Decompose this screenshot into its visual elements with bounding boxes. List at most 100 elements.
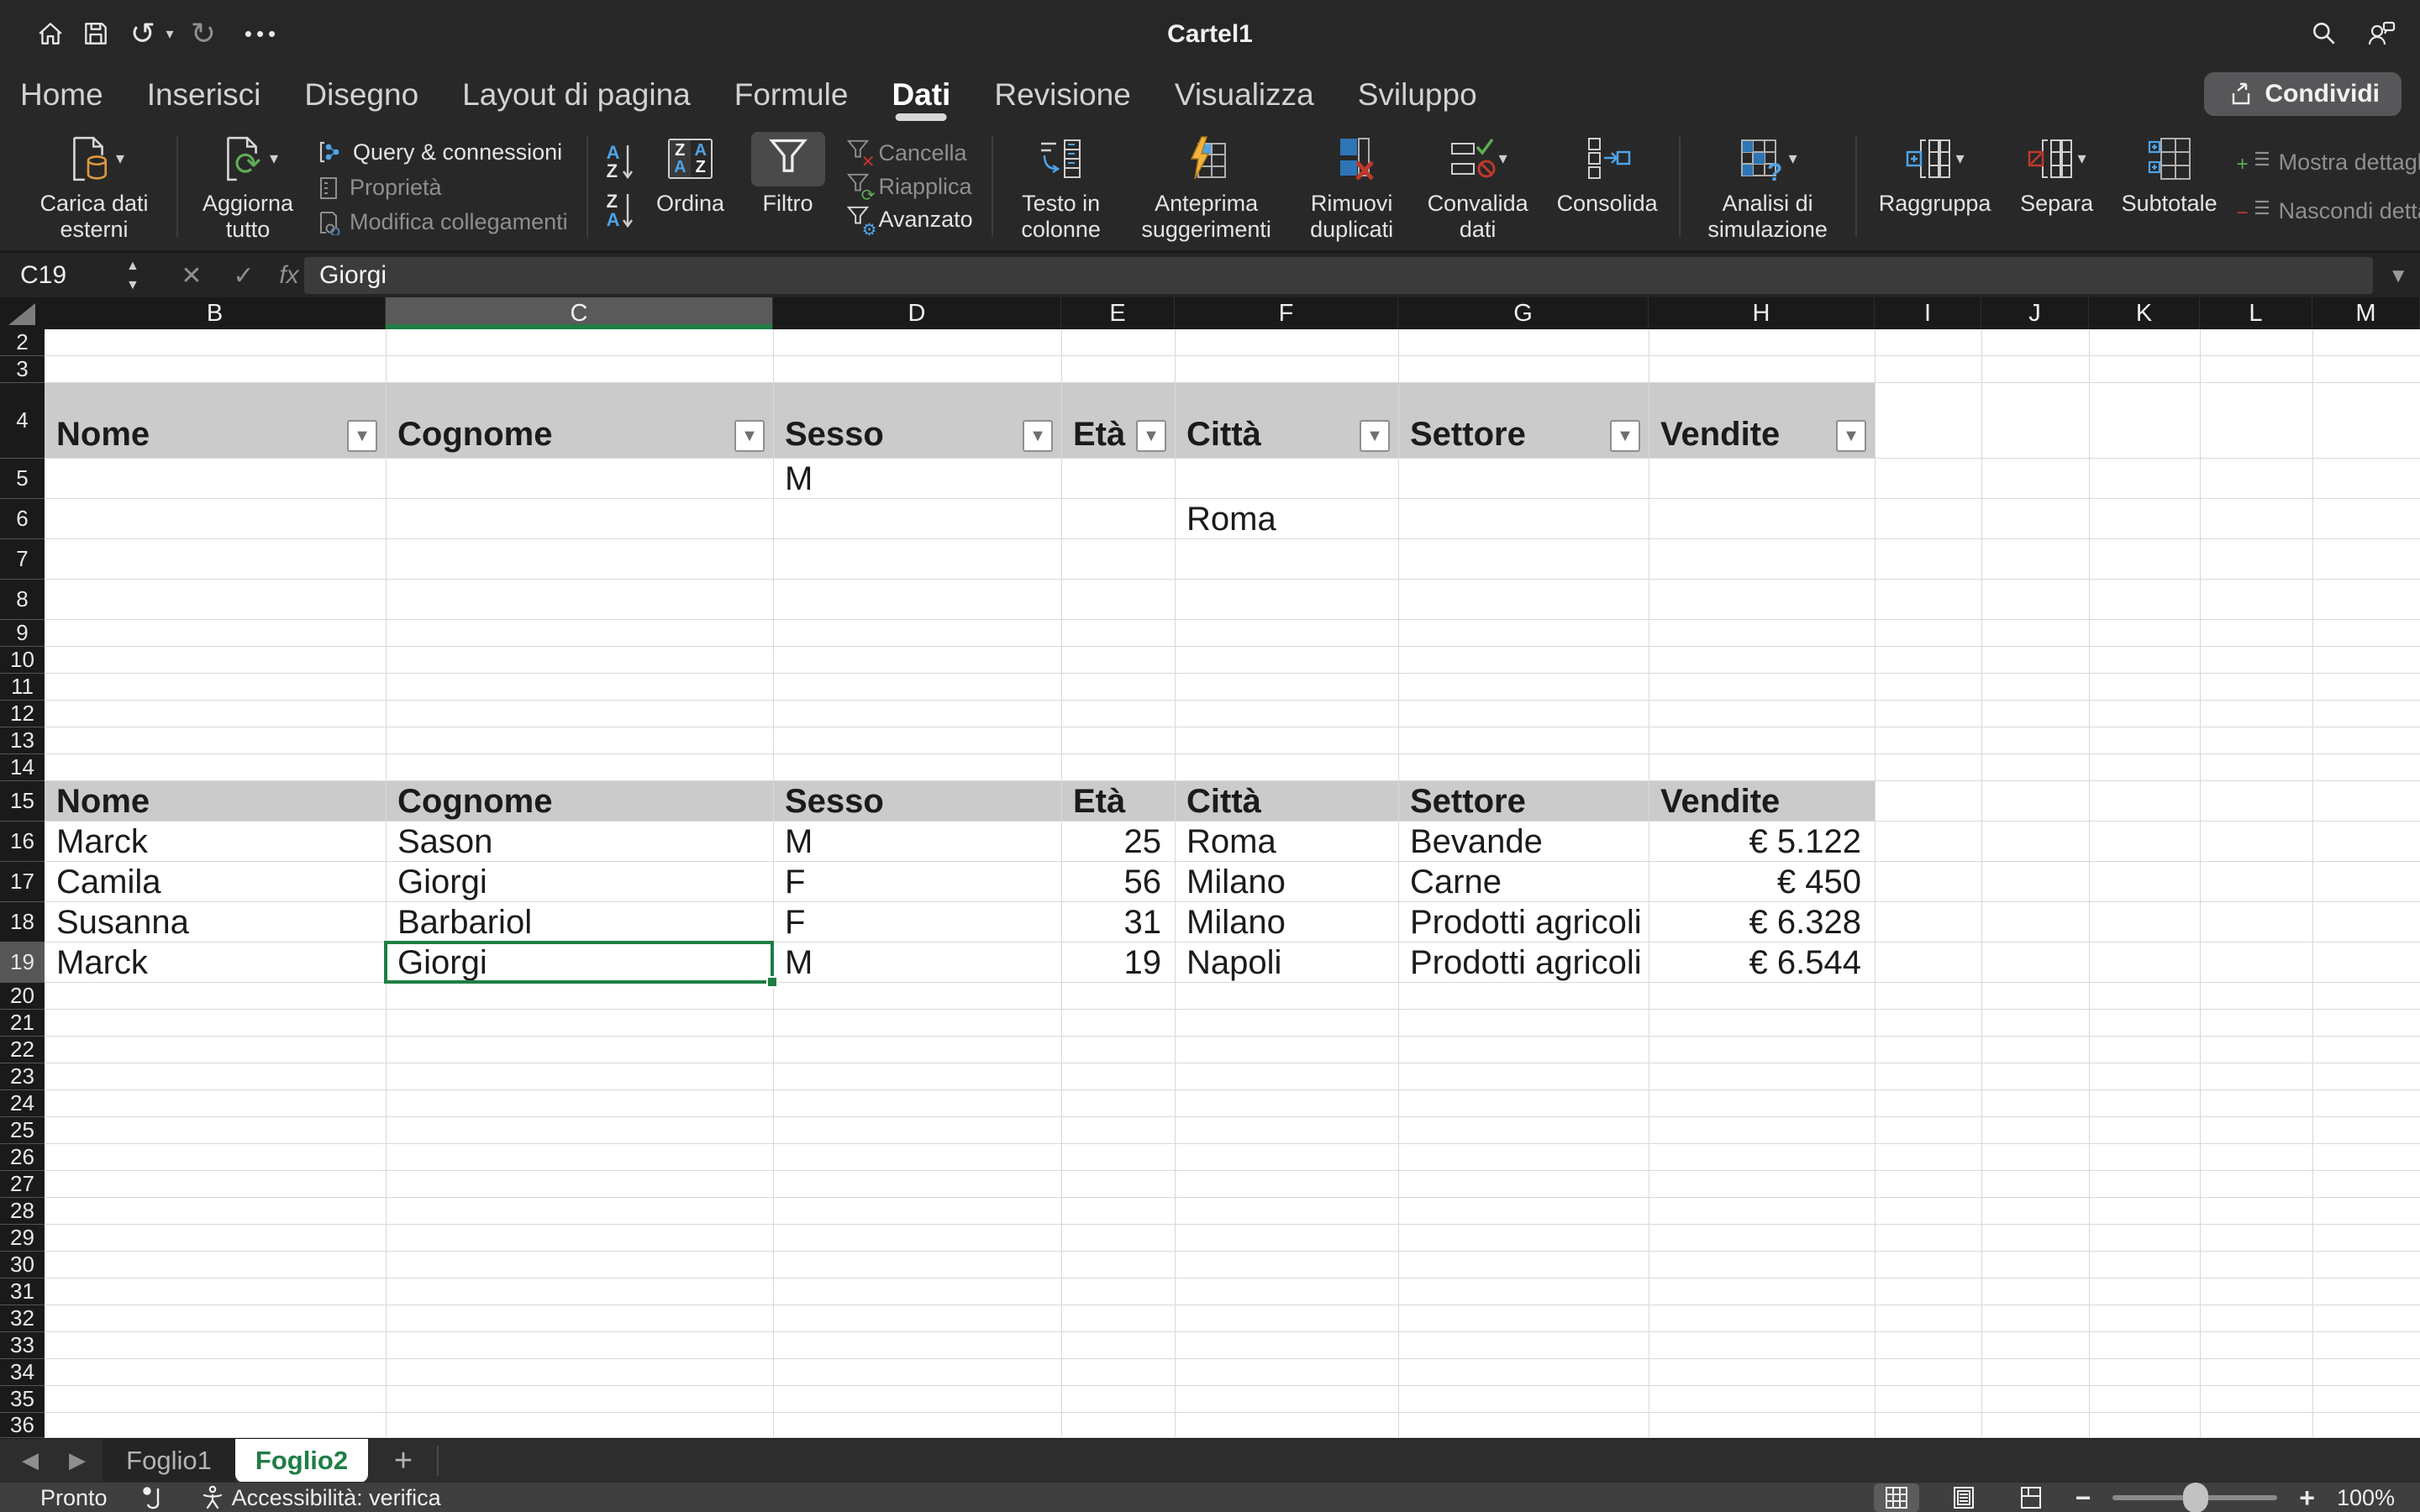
row-header-10[interactable]: 10 (0, 647, 45, 674)
sheet-tab-foglio2[interactable]: Foglio2 (235, 1439, 368, 1483)
header-cell-settore-2[interactable]: Settore (1410, 781, 1649, 822)
cell-D19[interactable]: M (785, 942, 1061, 983)
ribbon-button-ordina[interactable]: ZAAZ Ordina (642, 129, 739, 244)
ribbon-button-riapplica[interactable]: ⟳ Riapplica (845, 171, 973, 202)
column-header-K[interactable]: K (2089, 297, 2200, 329)
row-header-7[interactable]: 7 (0, 539, 45, 580)
cell-C16[interactable]: Sason (397, 822, 773, 862)
sheet-nav-right-icon[interactable]: ▶ (69, 1447, 86, 1473)
row-header-36[interactable]: 36 (0, 1413, 45, 1438)
formula-input[interactable]: Giorgi (304, 257, 2373, 294)
cell-E18[interactable]: 31 (1061, 902, 1161, 942)
header-cell-nome-2[interactable]: Nome (56, 781, 386, 822)
ribbon-button-separa[interactable]: ▾ Separa (2003, 129, 2111, 244)
cell-F17[interactable]: Milano (1186, 862, 1398, 902)
sheet-tab-foglio1[interactable]: Foglio1 (103, 1439, 235, 1483)
column-header-H[interactable]: H (1649, 297, 1875, 329)
ribbon-button-modifica-collegamenti[interactable]: Modifica collegamenti (316, 209, 568, 235)
ribbon-button-raggruppa[interactable]: ▾ Raggruppa (1867, 129, 2003, 244)
ribbon-button-carica-dati[interactable]: ▾ Carica dati esterni (22, 129, 166, 244)
row-header-32[interactable]: 32 (0, 1305, 45, 1332)
cell-G16[interactable]: Bevande (1410, 822, 1649, 862)
column-header-C[interactable]: C (386, 297, 773, 329)
tab-home[interactable]: Home (17, 67, 107, 123)
row-header-17[interactable]: 17 (0, 862, 45, 902)
cell-G18[interactable]: Prodotti agricoli (1410, 902, 1649, 942)
header-cell-nome[interactable]: Nome (56, 383, 386, 459)
cell-F6[interactable]: Roma (1186, 499, 1398, 539)
row-header-3[interactable]: 3 (0, 356, 45, 383)
page-layout-view-icon[interactable] (1941, 1483, 1986, 1512)
row-header-20[interactable]: 20 (0, 983, 45, 1010)
row-header-23[interactable]: 23 (0, 1063, 45, 1090)
row-header-2[interactable]: 2 (0, 329, 45, 356)
cell-H17[interactable]: € 450 (1649, 862, 1861, 902)
ribbon-button-proprieta[interactable]: Proprietà (316, 175, 568, 201)
tab-dati[interactable]: Dati (888, 67, 954, 123)
confirm-entry-icon[interactable]: ✓ (220, 253, 267, 298)
zoom-out-icon[interactable]: − (2075, 1483, 2091, 1512)
row-header-6[interactable]: 6 (0, 499, 45, 539)
column-header-M[interactable]: M (2312, 297, 2420, 329)
cell-G19[interactable]: Prodotti agricoli (1410, 942, 1649, 983)
search-icon[interactable] (2309, 18, 2339, 49)
row-header-12[interactable]: 12 (0, 701, 45, 727)
ribbon-button-mostra-dettaglio[interactable]: + Mostra dettaglio (2237, 149, 2420, 176)
ribbon-button-analisi-simulazione[interactable]: ? ▾ Analisi di simulazione (1691, 129, 1845, 244)
ribbon-button-subtotale[interactable]: Subtotale (2111, 129, 2228, 244)
sheet-nav-left-icon[interactable]: ◀ (22, 1447, 39, 1473)
column-header-B[interactable]: B (45, 297, 386, 329)
header-cell-cognome-2[interactable]: Cognome (397, 781, 773, 822)
tab-disegno[interactable]: Disegno (301, 67, 422, 123)
row-header-27[interactable]: 27 (0, 1171, 45, 1198)
filter-button-età[interactable]: ▼ (1136, 420, 1166, 452)
ribbon-button-query-connessioni[interactable]: Query & connessioni (316, 138, 568, 166)
cell-B19[interactable]: Marck (56, 942, 386, 983)
column-header-G[interactable]: G (1398, 297, 1649, 329)
row-header-9[interactable]: 9 (0, 620, 45, 647)
cell-D5[interactable]: M (785, 459, 1061, 499)
ribbon-button-nascondi-dettaglio[interactable]: − Nascondi dettaglio (2237, 197, 2420, 225)
tab-inserisci[interactable]: Inserisci (144, 67, 265, 123)
column-header-F[interactable]: F (1175, 297, 1398, 329)
ribbon-button-aggiorna-tutto[interactable]: ⟳ ▾ Aggiorna tutto (188, 129, 308, 244)
cell-H19[interactable]: € 6.544 (1649, 942, 1861, 983)
cell-F19[interactable]: Napoli (1186, 942, 1398, 983)
cell-C19[interactable]: Giorgi (397, 942, 773, 983)
cell-G17[interactable]: Carne (1410, 862, 1649, 902)
cell-C18[interactable]: Barbariol (397, 902, 773, 942)
cell-D18[interactable]: F (785, 902, 1061, 942)
filter-button-settore[interactable]: ▼ (1610, 420, 1640, 452)
header-cell-sesso-2[interactable]: Sesso (785, 781, 1061, 822)
header-cell-sesso[interactable]: Sesso (785, 383, 1061, 459)
filter-button-vendite[interactable]: ▼ (1836, 420, 1866, 452)
row-header-5[interactable]: 5 (0, 459, 45, 499)
column-header-J[interactable]: J (1981, 297, 2089, 329)
ribbon-button-consolida[interactable]: Consolida (1546, 129, 1669, 244)
zoom-slider-thumb[interactable] (2183, 1483, 2208, 1512)
cell-D16[interactable]: M (785, 822, 1061, 862)
normal-view-icon[interactable] (1874, 1483, 1919, 1512)
row-header-22[interactable]: 22 (0, 1037, 45, 1063)
cell-C17[interactable]: Giorgi (397, 862, 773, 902)
cell-F16[interactable]: Roma (1186, 822, 1398, 862)
cell-F18[interactable]: Milano (1186, 902, 1398, 942)
cell-E17[interactable]: 56 (1061, 862, 1161, 902)
row-header-19[interactable]: 19 (0, 942, 45, 983)
cell-B18[interactable]: Susanna (56, 902, 386, 942)
zoom-slider[interactable] (2112, 1495, 2277, 1500)
page-break-view-icon[interactable] (2008, 1483, 2054, 1512)
cell-H18[interactable]: € 6.328 (1649, 902, 1861, 942)
people-share-icon[interactable] (2366, 18, 2396, 49)
stepper-down-icon[interactable]: ▼ (126, 276, 139, 294)
row-header-24[interactable]: 24 (0, 1090, 45, 1117)
row-header-16[interactable]: 16 (0, 822, 45, 862)
header-cell-età-2[interactable]: Età (1073, 781, 1175, 822)
filter-button-sesso[interactable]: ▼ (1023, 420, 1053, 452)
tab-layout-di-pagina[interactable]: Layout di pagina (459, 67, 694, 123)
row-header-30[interactable]: 30 (0, 1252, 45, 1278)
add-sheet-button[interactable]: + (380, 1444, 427, 1478)
row-header-13[interactable]: 13 (0, 727, 45, 754)
ribbon-button-filtro[interactable]: Filtro (739, 129, 837, 244)
filter-button-cognome[interactable]: ▼ (734, 420, 765, 452)
